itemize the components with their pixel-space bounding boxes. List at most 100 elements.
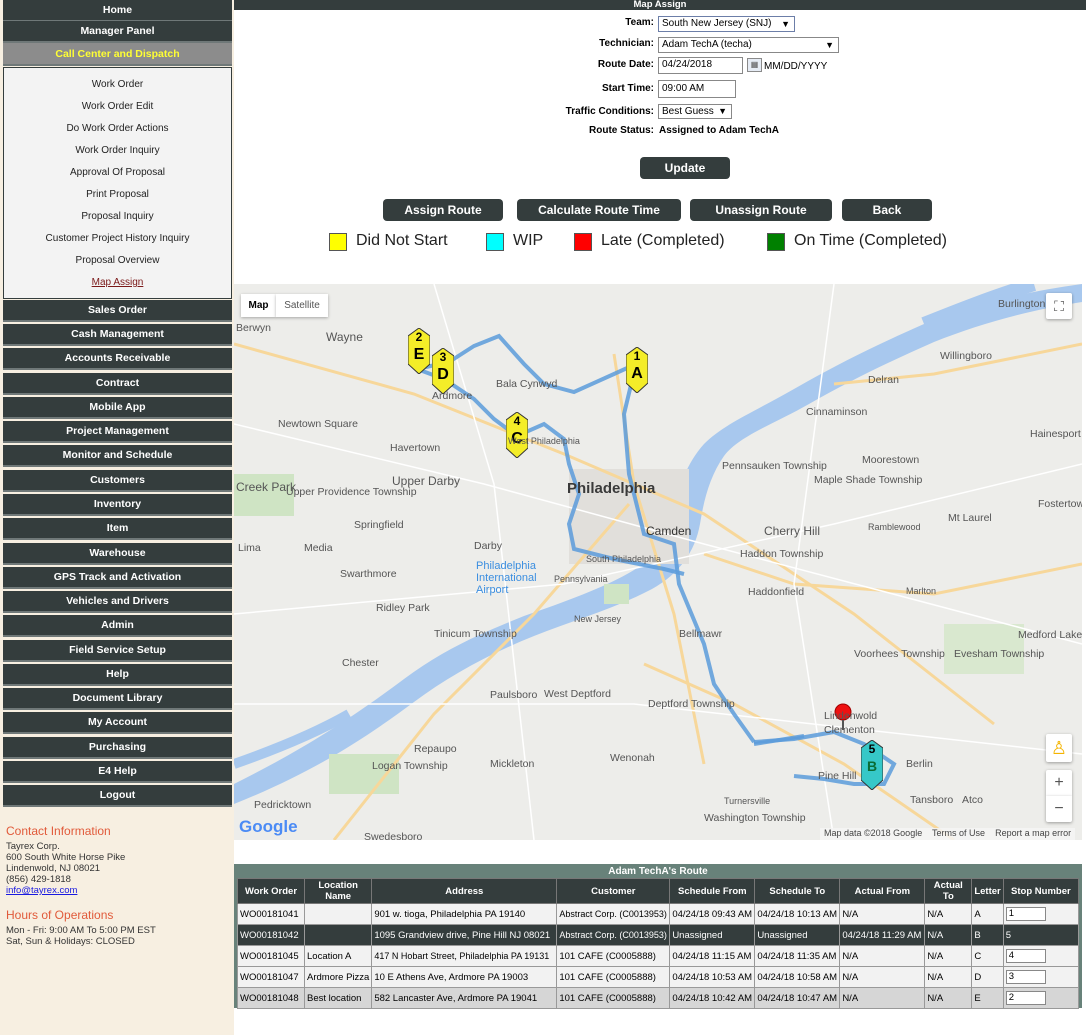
nav-document-library[interactable]: Document Library — [3, 688, 232, 710]
submenu-work-order-edit[interactable]: Work Order Edit — [4, 101, 231, 112]
cell-address: 582 Lancaster Ave, Ardmore PA 19041 — [371, 987, 558, 1009]
sidebar: Home Manager Panel Call Center and Dispa… — [0, 0, 234, 1035]
route-status-label: Route Status: — [589, 125, 654, 136]
nav-admin[interactable]: Admin — [3, 615, 232, 637]
nav-vehicles-drivers[interactable]: Vehicles and Drivers — [3, 591, 232, 613]
update-button[interactable]: Update — [640, 157, 730, 179]
marker-number: 4 — [513, 414, 521, 428]
nav-mobile-app[interactable]: Mobile App — [3, 397, 232, 419]
start-time-input[interactable]: 09:00 AM — [658, 80, 736, 98]
cell-work-order: WO00181042 — [237, 924, 305, 946]
route-map[interactable]: Map Satellite 2 E 3 D 1 A 4 C 5 B Philad… — [234, 284, 1082, 840]
unassign-route-button[interactable]: Unassign Route — [690, 199, 832, 221]
map-view-button[interactable]: Map — [241, 294, 276, 317]
map-marker-c[interactable]: 4 C — [505, 411, 529, 459]
nav-warehouse[interactable]: Warehouse — [3, 543, 232, 565]
marker-letter: A — [631, 365, 643, 382]
submenu-work-order-inquiry[interactable]: Work Order Inquiry — [4, 145, 231, 156]
technician-label: Technician: — [599, 38, 654, 49]
map-marker-a[interactable]: 1 A — [625, 346, 649, 394]
nav-gps-track[interactable]: GPS Track and Activation — [3, 567, 232, 589]
nav-purchasing[interactable]: Purchasing — [3, 737, 232, 759]
cell-address: 901 w. tioga, Philadelphia PA 19140 — [371, 903, 558, 925]
route-table-panel: Adam TechA's Route Work Order Location N… — [234, 864, 1082, 1009]
marker-number: 1 — [633, 349, 641, 363]
nav-accounts-receivable[interactable]: Accounts Receivable — [3, 348, 232, 370]
nav-customers[interactable]: Customers — [3, 470, 232, 492]
nav-inventory[interactable]: Inventory — [3, 494, 232, 516]
submenu-map-assign[interactable]: Map Assign — [4, 277, 231, 288]
nav-call-center-dispatch[interactable]: Call Center and Dispatch — [3, 43, 232, 66]
map-attribution: Map data ©2018 Google Terms of Use Repor… — [820, 828, 1076, 840]
nav-home[interactable]: Home — [3, 0, 232, 22]
cell-schedule-from: 04/24/18 11:15 AM — [669, 945, 756, 967]
submenu-print-proposal[interactable]: Print Proposal — [4, 189, 231, 200]
route-date-input[interactable]: 04/24/2018 — [658, 57, 743, 74]
team-select[interactable]: South New Jersey (SNJ) ▼ — [658, 16, 795, 32]
stop-number-input[interactable]: 1 — [1005, 907, 1046, 921]
submenu-proposal-overview[interactable]: Proposal Overview — [4, 255, 231, 266]
cell-location: Best location — [303, 987, 373, 1009]
map-label: Mt Laurel — [948, 512, 992, 524]
back-button[interactable]: Back — [842, 199, 932, 221]
submenu-customer-project-history[interactable]: Customer Project History Inquiry — [4, 233, 231, 244]
route-status-value: Assigned to Adam TechA — [659, 125, 780, 136]
satellite-view-button[interactable]: Satellite — [276, 294, 328, 317]
calculate-route-time-button[interactable]: Calculate Route Time — [517, 199, 681, 221]
map-label: Pennsylvania — [554, 574, 608, 584]
nav-monitor-schedule[interactable]: Monitor and Schedule — [3, 445, 232, 467]
technician-select[interactable]: Adam TechA (techa) ▼ — [658, 37, 839, 53]
col-letter: Letter — [971, 878, 1004, 904]
map-label: Wayne — [326, 330, 363, 344]
nav-contract[interactable]: Contract — [3, 373, 232, 395]
map-label: Tinicum Township — [434, 628, 517, 640]
cell-address: 417 N Hobart Street, Philadelphia PA 191… — [371, 945, 558, 967]
cell-work-order: WO00181047 — [237, 966, 305, 988]
cell-actual-to: N/A — [924, 966, 973, 988]
zoom-in-button[interactable]: + — [1046, 770, 1072, 796]
map-marker-d[interactable]: 3 D — [431, 347, 455, 395]
nav-logout[interactable]: Logout — [3, 785, 232, 807]
map-label: Ardmore — [432, 390, 473, 402]
map-label: Media — [304, 542, 333, 554]
nav-my-account[interactable]: My Account — [3, 712, 232, 734]
col-actual-from: Actual From — [839, 878, 926, 904]
map-label: Paulsboro — [490, 689, 538, 701]
map-marker-e[interactable]: 2 E — [407, 327, 431, 375]
submenu-do-work-order-actions[interactable]: Do Work Order Actions — [4, 123, 231, 134]
map-label: Newtown Square — [278, 418, 358, 430]
contact-email-link[interactable]: info@tayrex.com — [6, 885, 231, 896]
nav-field-service-setup[interactable]: Field Service Setup — [3, 640, 232, 662]
stop-number-input[interactable]: 3 — [1005, 970, 1046, 984]
assign-route-button[interactable]: Assign Route — [383, 199, 503, 221]
terms-link[interactable]: Terms of Use — [932, 828, 985, 838]
zoom-out-button[interactable]: − — [1046, 796, 1072, 822]
nav-item[interactable]: Item — [3, 518, 232, 540]
legend-label-late: Late (Completed) — [601, 232, 725, 249]
submenu-approval-of-proposal[interactable]: Approval Of Proposal — [4, 167, 231, 178]
report-error-link[interactable]: Report a map error — [995, 828, 1071, 838]
map-label: Atco — [962, 794, 984, 806]
nav-project-management[interactable]: Project Management — [3, 421, 232, 443]
nav-help[interactable]: Help — [3, 664, 232, 686]
contact-address2: Lindenwold, NJ 08021 — [6, 863, 101, 874]
street-view-icon[interactable]: ♙ — [1046, 734, 1072, 762]
submenu-proposal-inquiry[interactable]: Proposal Inquiry — [4, 211, 231, 222]
marker-number: 3 — [439, 350, 447, 364]
calendar-icon[interactable]: ▦ — [747, 58, 762, 72]
nav-cash-management[interactable]: Cash Management — [3, 324, 232, 346]
contact-company: Tayrex Corp. — [6, 841, 60, 852]
park-shape — [604, 584, 629, 604]
nav-sales-order[interactable]: Sales Order — [3, 300, 232, 322]
nav-e4-help[interactable]: E4 Help — [3, 761, 232, 783]
traffic-select[interactable]: Best Guess ▼ — [658, 104, 732, 119]
submenu-work-order[interactable]: Work Order — [4, 79, 231, 90]
stop-number-input[interactable]: 4 — [1005, 949, 1046, 963]
map-label: Lindenwold — [824, 710, 878, 722]
nav-manager-panel[interactable]: Manager Panel — [3, 21, 232, 43]
map-marker-b[interactable]: 5 B — [860, 739, 884, 791]
fullscreen-icon[interactable]: ⛶ — [1046, 293, 1072, 319]
cell-actual-to: N/A — [924, 987, 973, 1009]
map-label: Wenonah — [610, 752, 655, 764]
stop-number-input[interactable]: 2 — [1005, 991, 1046, 1005]
